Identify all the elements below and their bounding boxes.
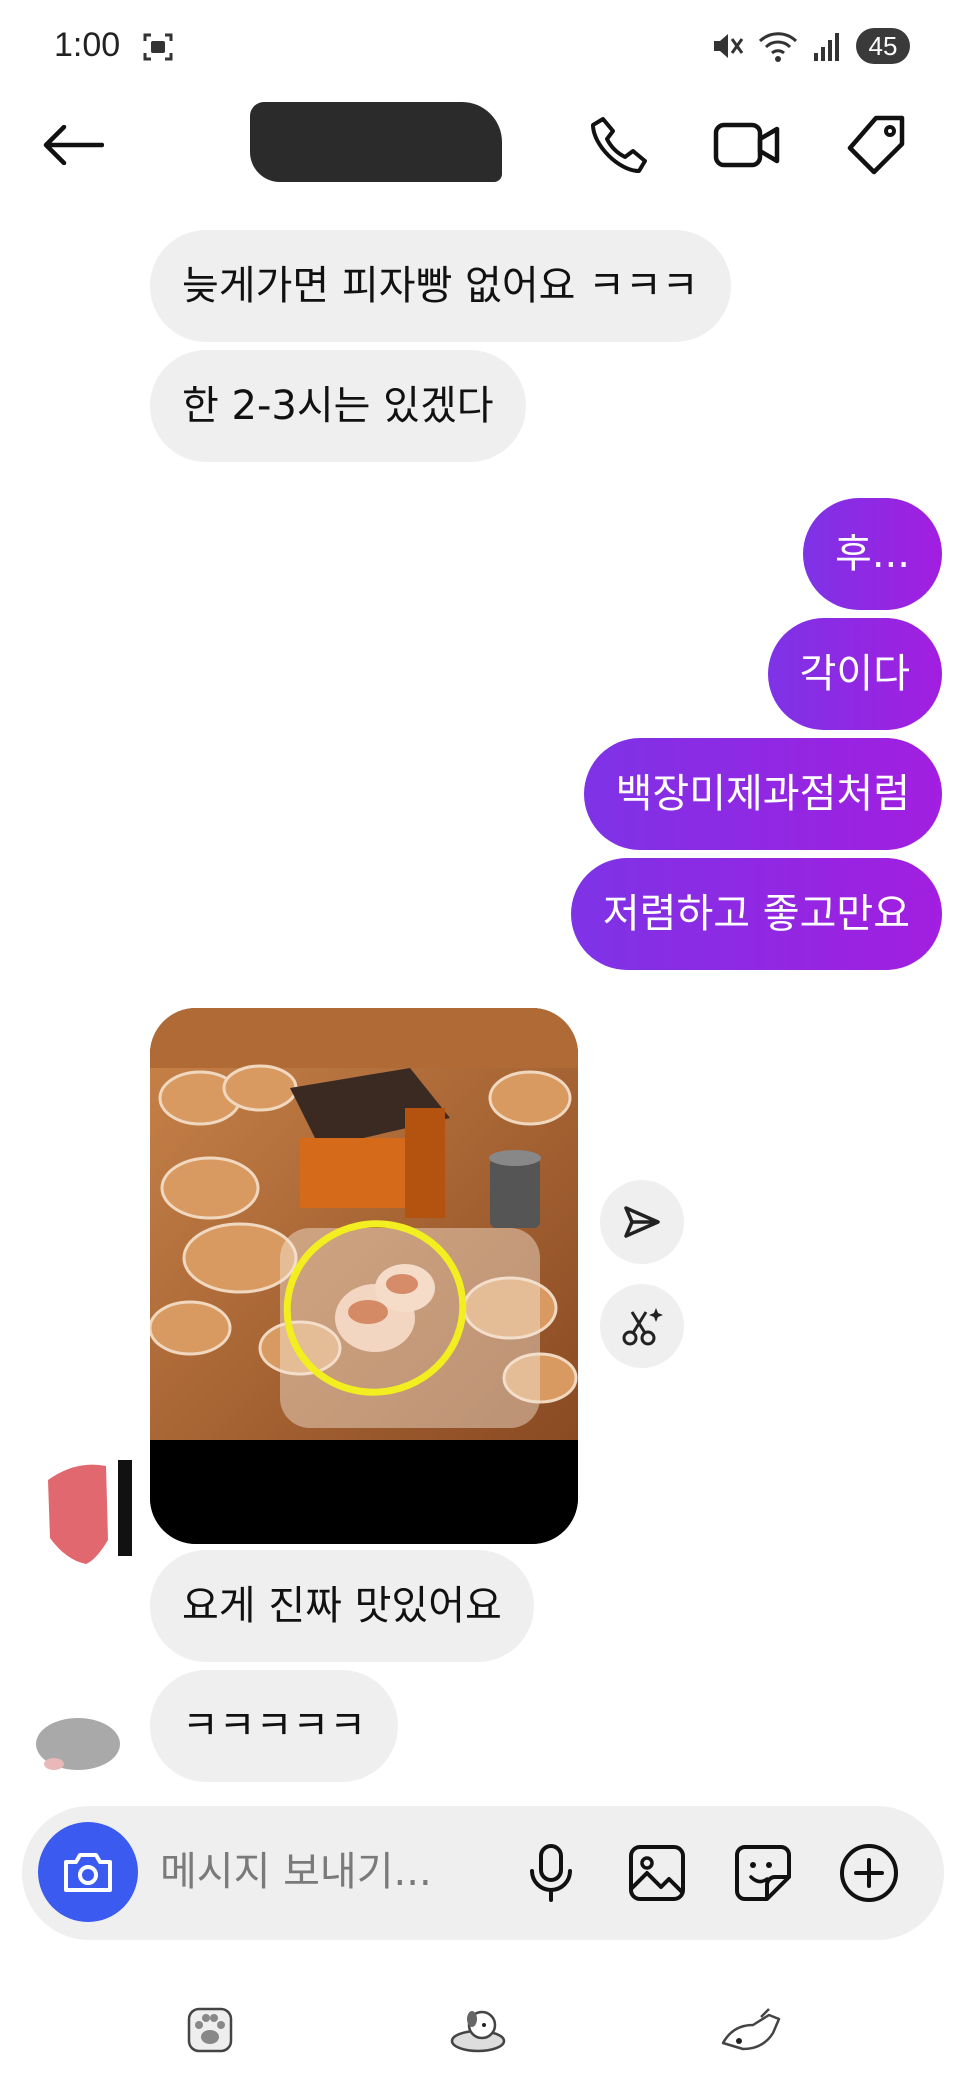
gallery-button[interactable] xyxy=(622,1838,692,1908)
battery-badge: 45 xyxy=(856,28,910,64)
sender-avatar[interactable] xyxy=(30,1714,126,1782)
nav-dog[interactable] xyxy=(440,1990,520,2070)
more-button[interactable] xyxy=(834,1838,904,1908)
ai-edit-button[interactable] xyxy=(600,1284,684,1368)
signal-icon xyxy=(814,33,839,61)
status-indicators: 45 xyxy=(710,28,910,64)
plus-circle-icon xyxy=(840,1844,898,1902)
sticker-icon xyxy=(735,1845,791,1901)
outgoing-message[interactable]: 저렴하고 좋고만요 xyxy=(570,858,942,970)
wifi-icon xyxy=(758,32,798,62)
camera-icon xyxy=(64,1853,112,1892)
tag-button[interactable] xyxy=(842,110,912,180)
cat-icon xyxy=(721,2008,781,2051)
tag-icon xyxy=(847,115,905,175)
bakery-photo xyxy=(150,1008,578,1544)
back-button[interactable] xyxy=(38,110,108,180)
outgoing-message[interactable]: 각이다 xyxy=(767,618,942,730)
video-camera-icon xyxy=(713,122,780,168)
share-button[interactable] xyxy=(600,1180,684,1264)
incoming-message[interactable]: 늦게가면 피자빵 없어요 ㅋㅋㅋ xyxy=(150,230,731,342)
arrow-left-icon xyxy=(43,125,104,165)
status-time: 1:00 xyxy=(54,26,121,64)
microphone-icon xyxy=(530,1844,572,1902)
scissors-sparkle-icon xyxy=(622,1308,663,1346)
photo-message[interactable] xyxy=(150,1008,578,1544)
incoming-message[interactable]: ㅋㅋㅋㅋㅋ xyxy=(150,1670,398,1782)
message-input[interactable] xyxy=(160,1842,500,1902)
screen-record-icon xyxy=(143,33,173,61)
sticker-button[interactable] xyxy=(728,1838,798,1908)
mute-icon xyxy=(714,34,744,58)
video-call-button[interactable] xyxy=(712,110,782,180)
call-button[interactable] xyxy=(584,110,654,180)
voice-message-button[interactable] xyxy=(516,1838,586,1908)
send-icon xyxy=(624,1206,660,1238)
dog-icon xyxy=(450,2010,506,2053)
nav-cat[interactable] xyxy=(712,1990,792,2070)
camera-button[interactable] xyxy=(38,1822,138,1922)
paw-icon xyxy=(187,2007,233,2053)
contact-name-redacted[interactable] xyxy=(250,102,502,182)
incoming-message[interactable]: 요게 진짜 맛있어요 xyxy=(150,1550,534,1662)
incoming-message[interactable]: 한 2-3시는 있겠다 xyxy=(150,350,526,462)
outgoing-message[interactable]: 백장미제과점처럼 xyxy=(583,738,942,850)
outgoing-message[interactable]: 후... xyxy=(803,498,942,610)
nav-paw[interactable] xyxy=(170,1990,250,2070)
sender-avatar[interactable] xyxy=(46,1460,142,1570)
phone-icon xyxy=(591,117,647,173)
image-icon xyxy=(629,1845,685,1901)
